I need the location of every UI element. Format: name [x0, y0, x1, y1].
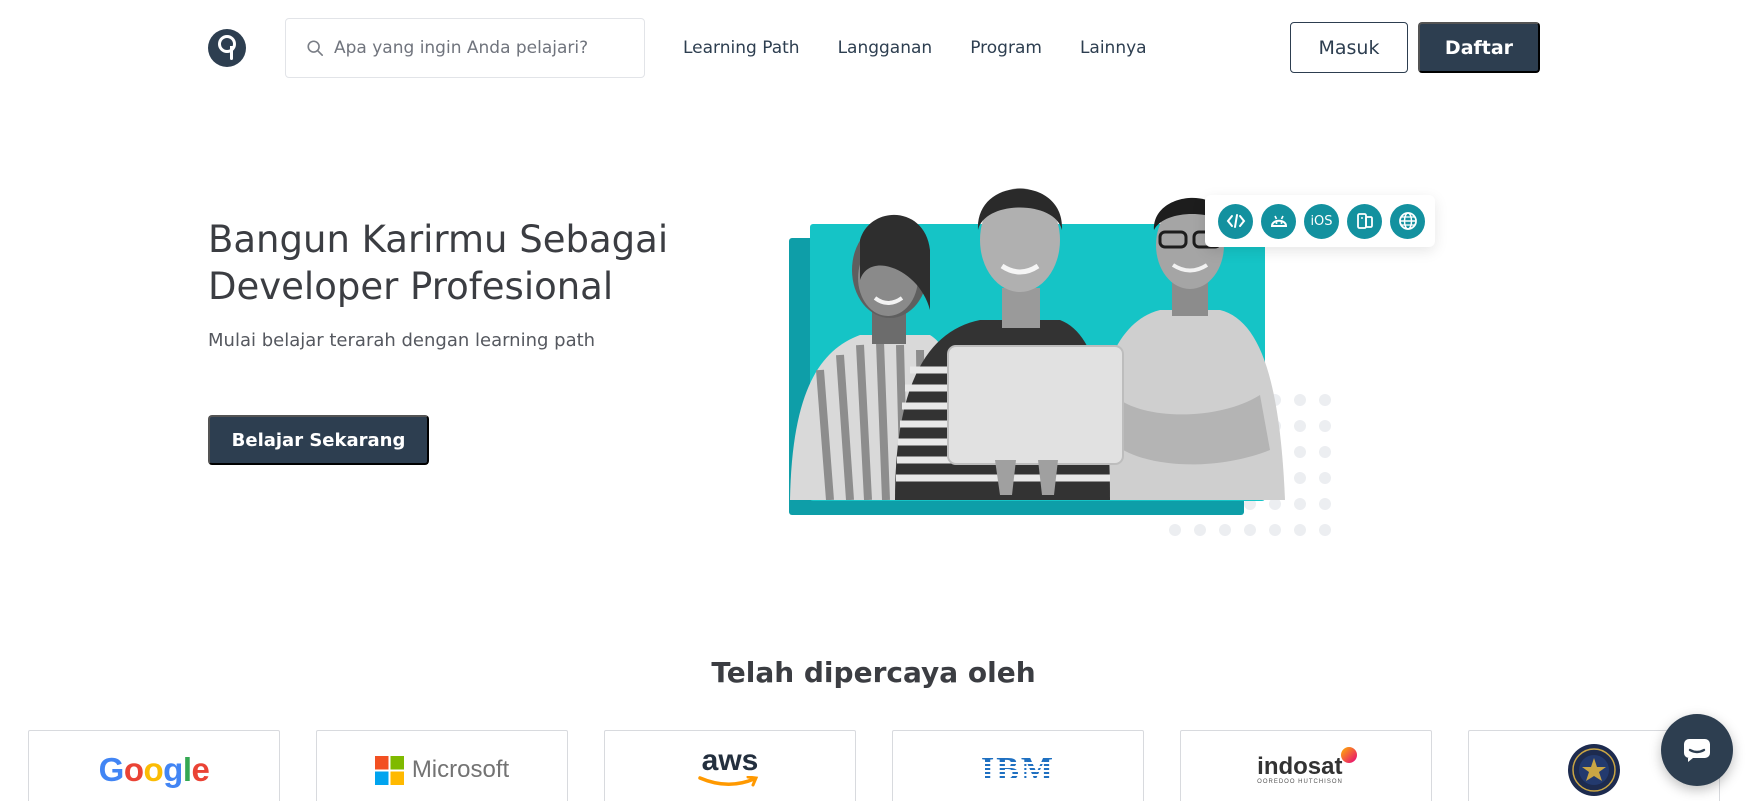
- partner-logos: Google Microsoft aws IBM indosat OOREDOO…: [28, 730, 1747, 801]
- start-learning-button[interactable]: Belajar Sekarang: [208, 415, 429, 465]
- main-nav: Learning Path Langganan Program Lainnya: [683, 38, 1147, 58]
- android-icon: [1261, 203, 1296, 239]
- web-icon: [1390, 203, 1425, 239]
- multiplatform-icon: [1347, 203, 1382, 239]
- microsoft-squares-icon: [374, 755, 404, 785]
- indosat-subtext: OOREDOO HUTCHISON: [1257, 779, 1343, 785]
- ibm-logo: IBM: [981, 751, 1055, 789]
- nav-program[interactable]: Program: [970, 38, 1042, 58]
- microsoft-logo: Microsoft: [374, 755, 510, 785]
- register-button[interactable]: Daftar: [1418, 22, 1540, 73]
- government-seal-logo: [1568, 744, 1620, 796]
- nav-lainnya[interactable]: Lainnya: [1080, 38, 1147, 58]
- aws-logo: aws: [698, 746, 762, 788]
- google-logo: Google: [98, 751, 210, 788]
- aws-wordmark: aws: [701, 744, 759, 777]
- trusted-by-title: Telah dipercaya oleh: [711, 656, 1036, 689]
- microsoft-wordmark: Microsoft: [411, 756, 510, 783]
- partner-card-ibm: IBM: [892, 730, 1144, 801]
- search-input[interactable]: [334, 33, 630, 63]
- partner-card-google: Google: [28, 730, 280, 801]
- search-icon: [307, 40, 324, 57]
- hero-subtitle: Mulai belajar terarah dengan learning pa…: [208, 330, 596, 351]
- logo-tail: [230, 46, 233, 60]
- indosat-dot-icon: [1340, 747, 1357, 763]
- nav-langganan[interactable]: Langganan: [838, 38, 933, 58]
- hero-title-line-1: Bangun Karirmu Sebagai: [208, 218, 669, 261]
- search-box[interactable]: [285, 18, 645, 78]
- indosat-wordmark: indosat: [1257, 753, 1343, 780]
- hero-illustration: iOS: [780, 170, 1435, 540]
- aws-smile-icon: [698, 776, 759, 787]
- partner-card-aws: aws: [604, 730, 856, 801]
- partner-card-microsoft: Microsoft: [316, 730, 568, 801]
- nav-learning-path[interactable]: Learning Path: [683, 38, 800, 58]
- chat-icon: [1684, 739, 1710, 762]
- code-icon: [1218, 203, 1253, 239]
- hero-title-line-2: Developer Profesional: [208, 265, 614, 308]
- dicoding-logo[interactable]: [208, 29, 246, 67]
- hero-title: Bangun Karirmu Sebagai Developer Profesi…: [208, 216, 728, 310]
- logo-ring: [218, 35, 236, 53]
- tech-icons-bar: iOS: [1205, 195, 1435, 247]
- partner-card-indosat: indosat OOREDOO HUTCHISON: [1180, 730, 1432, 801]
- ios-icon: iOS: [1304, 203, 1339, 239]
- indosat-logo: indosat OOREDOO HUTCHISON: [1257, 747, 1357, 785]
- top-navbar: Learning Path Langganan Program Lainnya …: [0, 0, 1747, 96]
- login-button[interactable]: Masuk: [1290, 22, 1408, 73]
- chat-button[interactable]: [1661, 714, 1733, 786]
